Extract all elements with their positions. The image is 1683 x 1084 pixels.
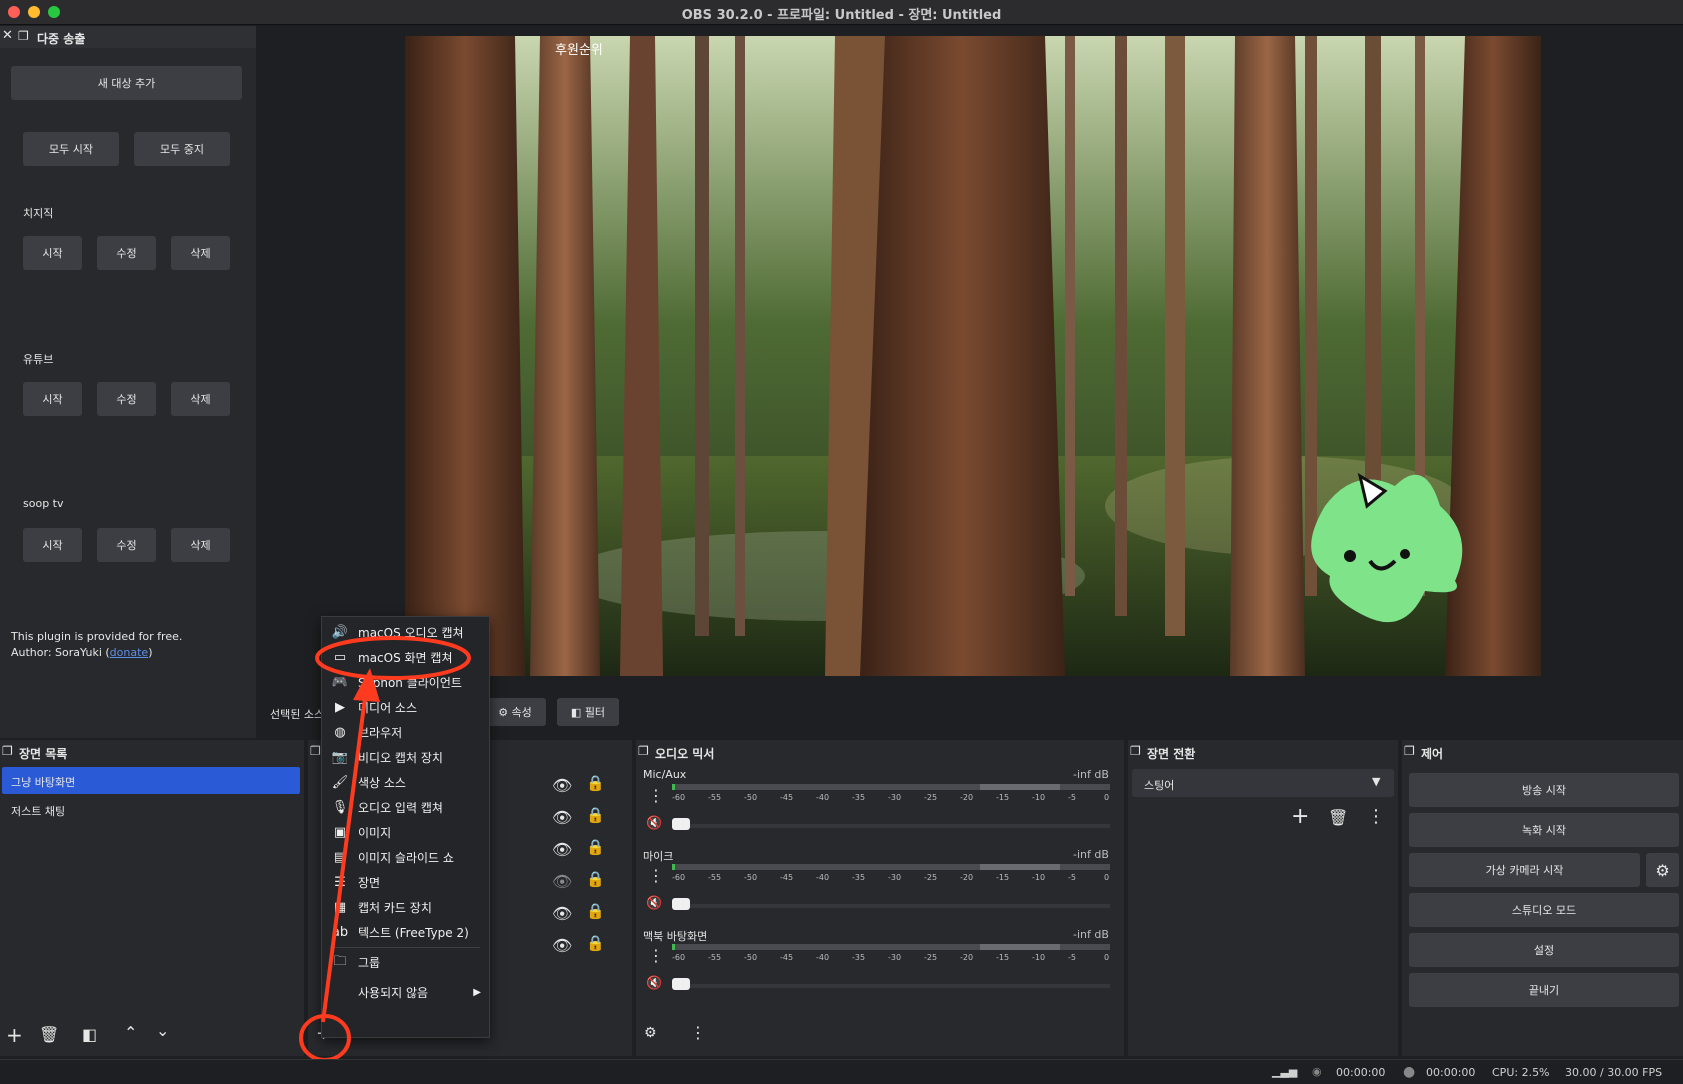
stream-timer: 00:00:00 [1336,1066,1386,1079]
status-bar: ▁▃▅ ◉ 00:00:00 ● 00:00:00 CPU: 2.5% 30.0… [0,1059,1683,1084]
record-timer: 00:00:00 [1426,1066,1476,1079]
annotation-arrowhead [353,668,380,702]
highlight-ellipse [315,636,471,680]
signal-bars-icon: ▁▃▅ [1272,1065,1298,1078]
stream-status-icon: ◉ [1312,1065,1322,1078]
annotation-arrow [321,689,368,1023]
fps-readout: 30.00 / 30.00 FPS [1565,1066,1663,1079]
cpu-usage: CPU: 2.5% [1492,1066,1550,1079]
highlight-circle [299,1014,351,1062]
annotation-overlay [299,636,471,1062]
record-status-icon: ● [1403,1064,1416,1080]
